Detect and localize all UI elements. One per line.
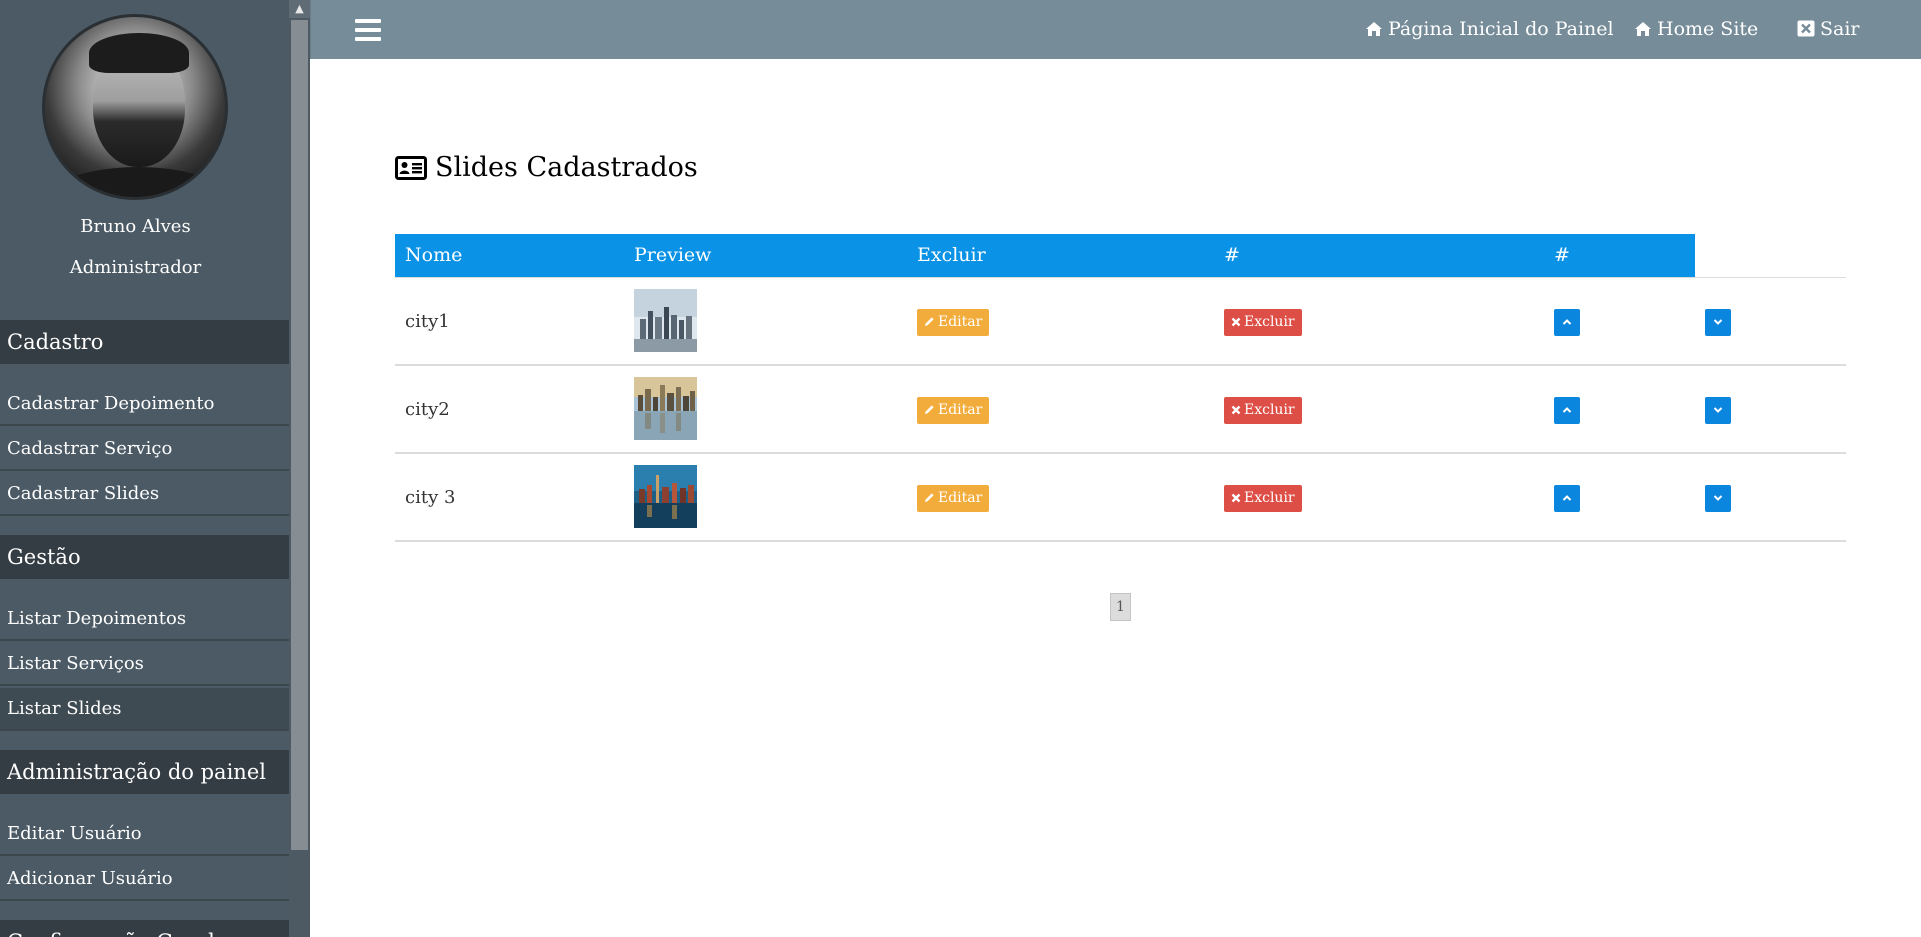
edit-button-label: Editar (938, 490, 983, 506)
sidebar-section-gestao: Gestão (0, 535, 289, 579)
scroll-up-arrow-icon[interactable]: ▲ (289, 0, 310, 18)
id-card-icon (395, 156, 427, 180)
link-home-site-label: Home Site (1657, 18, 1759, 40)
sidebar-section-cadastro: Cadastro (0, 320, 289, 364)
slide-name: city2 (405, 399, 450, 420)
delete-button-label: Excluir (1244, 490, 1295, 506)
sidebar-item-listar-depoimentos[interactable]: Listar Depoimentos (0, 598, 289, 641)
close-icon (1231, 405, 1241, 415)
page-title: Slides Cadastrados (395, 152, 698, 183)
sidebar-content: Bruno Alves Administrador Cadastro Cadas… (0, 0, 289, 937)
logout-link[interactable]: Sair (1797, 18, 1860, 40)
table-row: city1 Editar Excluir (395, 278, 1846, 366)
move-up-button[interactable] (1554, 485, 1580, 512)
edit-button[interactable]: Editar (917, 309, 990, 336)
page-title-text: Slides Cadastrados (435, 152, 698, 183)
delete-button-label: Excluir (1244, 314, 1295, 330)
table-row: city 3 Editar Excluir (395, 454, 1846, 542)
user-name: Bruno Alves (80, 216, 191, 237)
link-home-site[interactable]: Home Site (1634, 18, 1758, 40)
sidebar-item-editar-usuario[interactable]: Editar Usuário (0, 813, 289, 856)
move-up-button[interactable] (1554, 397, 1580, 424)
close-icon (1231, 317, 1241, 327)
link-painel-home[interactable]: Página Inicial do Painel (1365, 18, 1614, 40)
delete-button[interactable]: Excluir (1224, 485, 1302, 512)
sidebar-item-adicionar-usuario[interactable]: Adicionar Usuário (0, 858, 289, 901)
move-up-button[interactable] (1554, 309, 1580, 336)
column-header-nome: Nome (405, 244, 463, 266)
move-down-button[interactable] (1705, 309, 1731, 336)
column-header-excluir: Excluir (917, 244, 986, 266)
column-header-preview: Preview (634, 244, 712, 266)
home-icon (1635, 22, 1651, 36)
column-header-hash-1: # (1224, 244, 1240, 266)
menu-toggle-icon[interactable] (355, 19, 381, 41)
sidebar-scrollbar[interactable]: ▲ (289, 0, 310, 937)
topbar: Página Inicial do Painel Home Site Sair (310, 0, 1921, 59)
chevron-up-icon (1562, 319, 1572, 325)
sidebar-section-configuracao-geral: Configuração Geral (0, 920, 289, 937)
delete-button[interactable]: Excluir (1224, 309, 1302, 336)
sidebar-section-administracao: Administração do painel (0, 750, 289, 794)
chevron-up-icon (1562, 495, 1572, 501)
user-role: Administrador (69, 257, 202, 278)
edit-button[interactable]: Editar (917, 397, 990, 424)
slide-preview-thumbnail (634, 377, 697, 440)
avatar-hair (89, 33, 189, 73)
pencil-icon (925, 493, 934, 502)
home-icon (1366, 22, 1382, 36)
column-header-hash-2: # (1554, 244, 1570, 266)
scrollbar-thumb[interactable] (291, 20, 308, 850)
slide-preview-thumbnail (634, 465, 697, 528)
logout-label: Sair (1820, 18, 1860, 40)
close-square-icon (1797, 20, 1815, 37)
slide-name: city 3 (405, 487, 456, 508)
pencil-icon (925, 405, 934, 414)
sidebar: Bruno Alves Administrador Cadastro Cadas… (0, 0, 310, 937)
edit-button[interactable]: Editar (917, 485, 990, 512)
delete-button[interactable]: Excluir (1224, 397, 1302, 424)
edit-button-label: Editar (938, 402, 983, 418)
edit-button-label: Editar (938, 314, 983, 330)
table-header: Nome Preview Excluir # # (395, 234, 1695, 277)
move-down-button[interactable] (1705, 397, 1731, 424)
sidebar-item-cadastrar-depoimento[interactable]: Cadastrar Depoimento (0, 383, 289, 426)
delete-button-label: Excluir (1244, 402, 1295, 418)
chevron-down-icon (1713, 407, 1723, 413)
chevron-down-icon (1713, 495, 1723, 501)
move-down-button[interactable] (1705, 485, 1731, 512)
chevron-up-icon (1562, 407, 1572, 413)
avatar (42, 14, 228, 200)
slide-preview-thumbnail (634, 289, 697, 352)
close-icon (1231, 493, 1241, 503)
table-row: city2 Editar Excluir (395, 366, 1846, 454)
sidebar-item-cadastrar-servico[interactable]: Cadastrar Serviço (0, 428, 289, 471)
link-painel-home-label: Página Inicial do Painel (1388, 18, 1614, 40)
chevron-down-icon (1713, 319, 1723, 325)
pagination-page-1[interactable]: 1 (1110, 593, 1131, 621)
sidebar-item-listar-servicos[interactable]: Listar Serviços (0, 643, 289, 686)
pencil-icon (925, 317, 934, 326)
slide-name: city1 (405, 311, 450, 332)
sidebar-item-cadastrar-slides[interactable]: Cadastrar Slides (0, 473, 289, 516)
sidebar-item-listar-slides[interactable]: Listar Slides (0, 688, 289, 731)
avatar-shoulders (51, 167, 225, 197)
